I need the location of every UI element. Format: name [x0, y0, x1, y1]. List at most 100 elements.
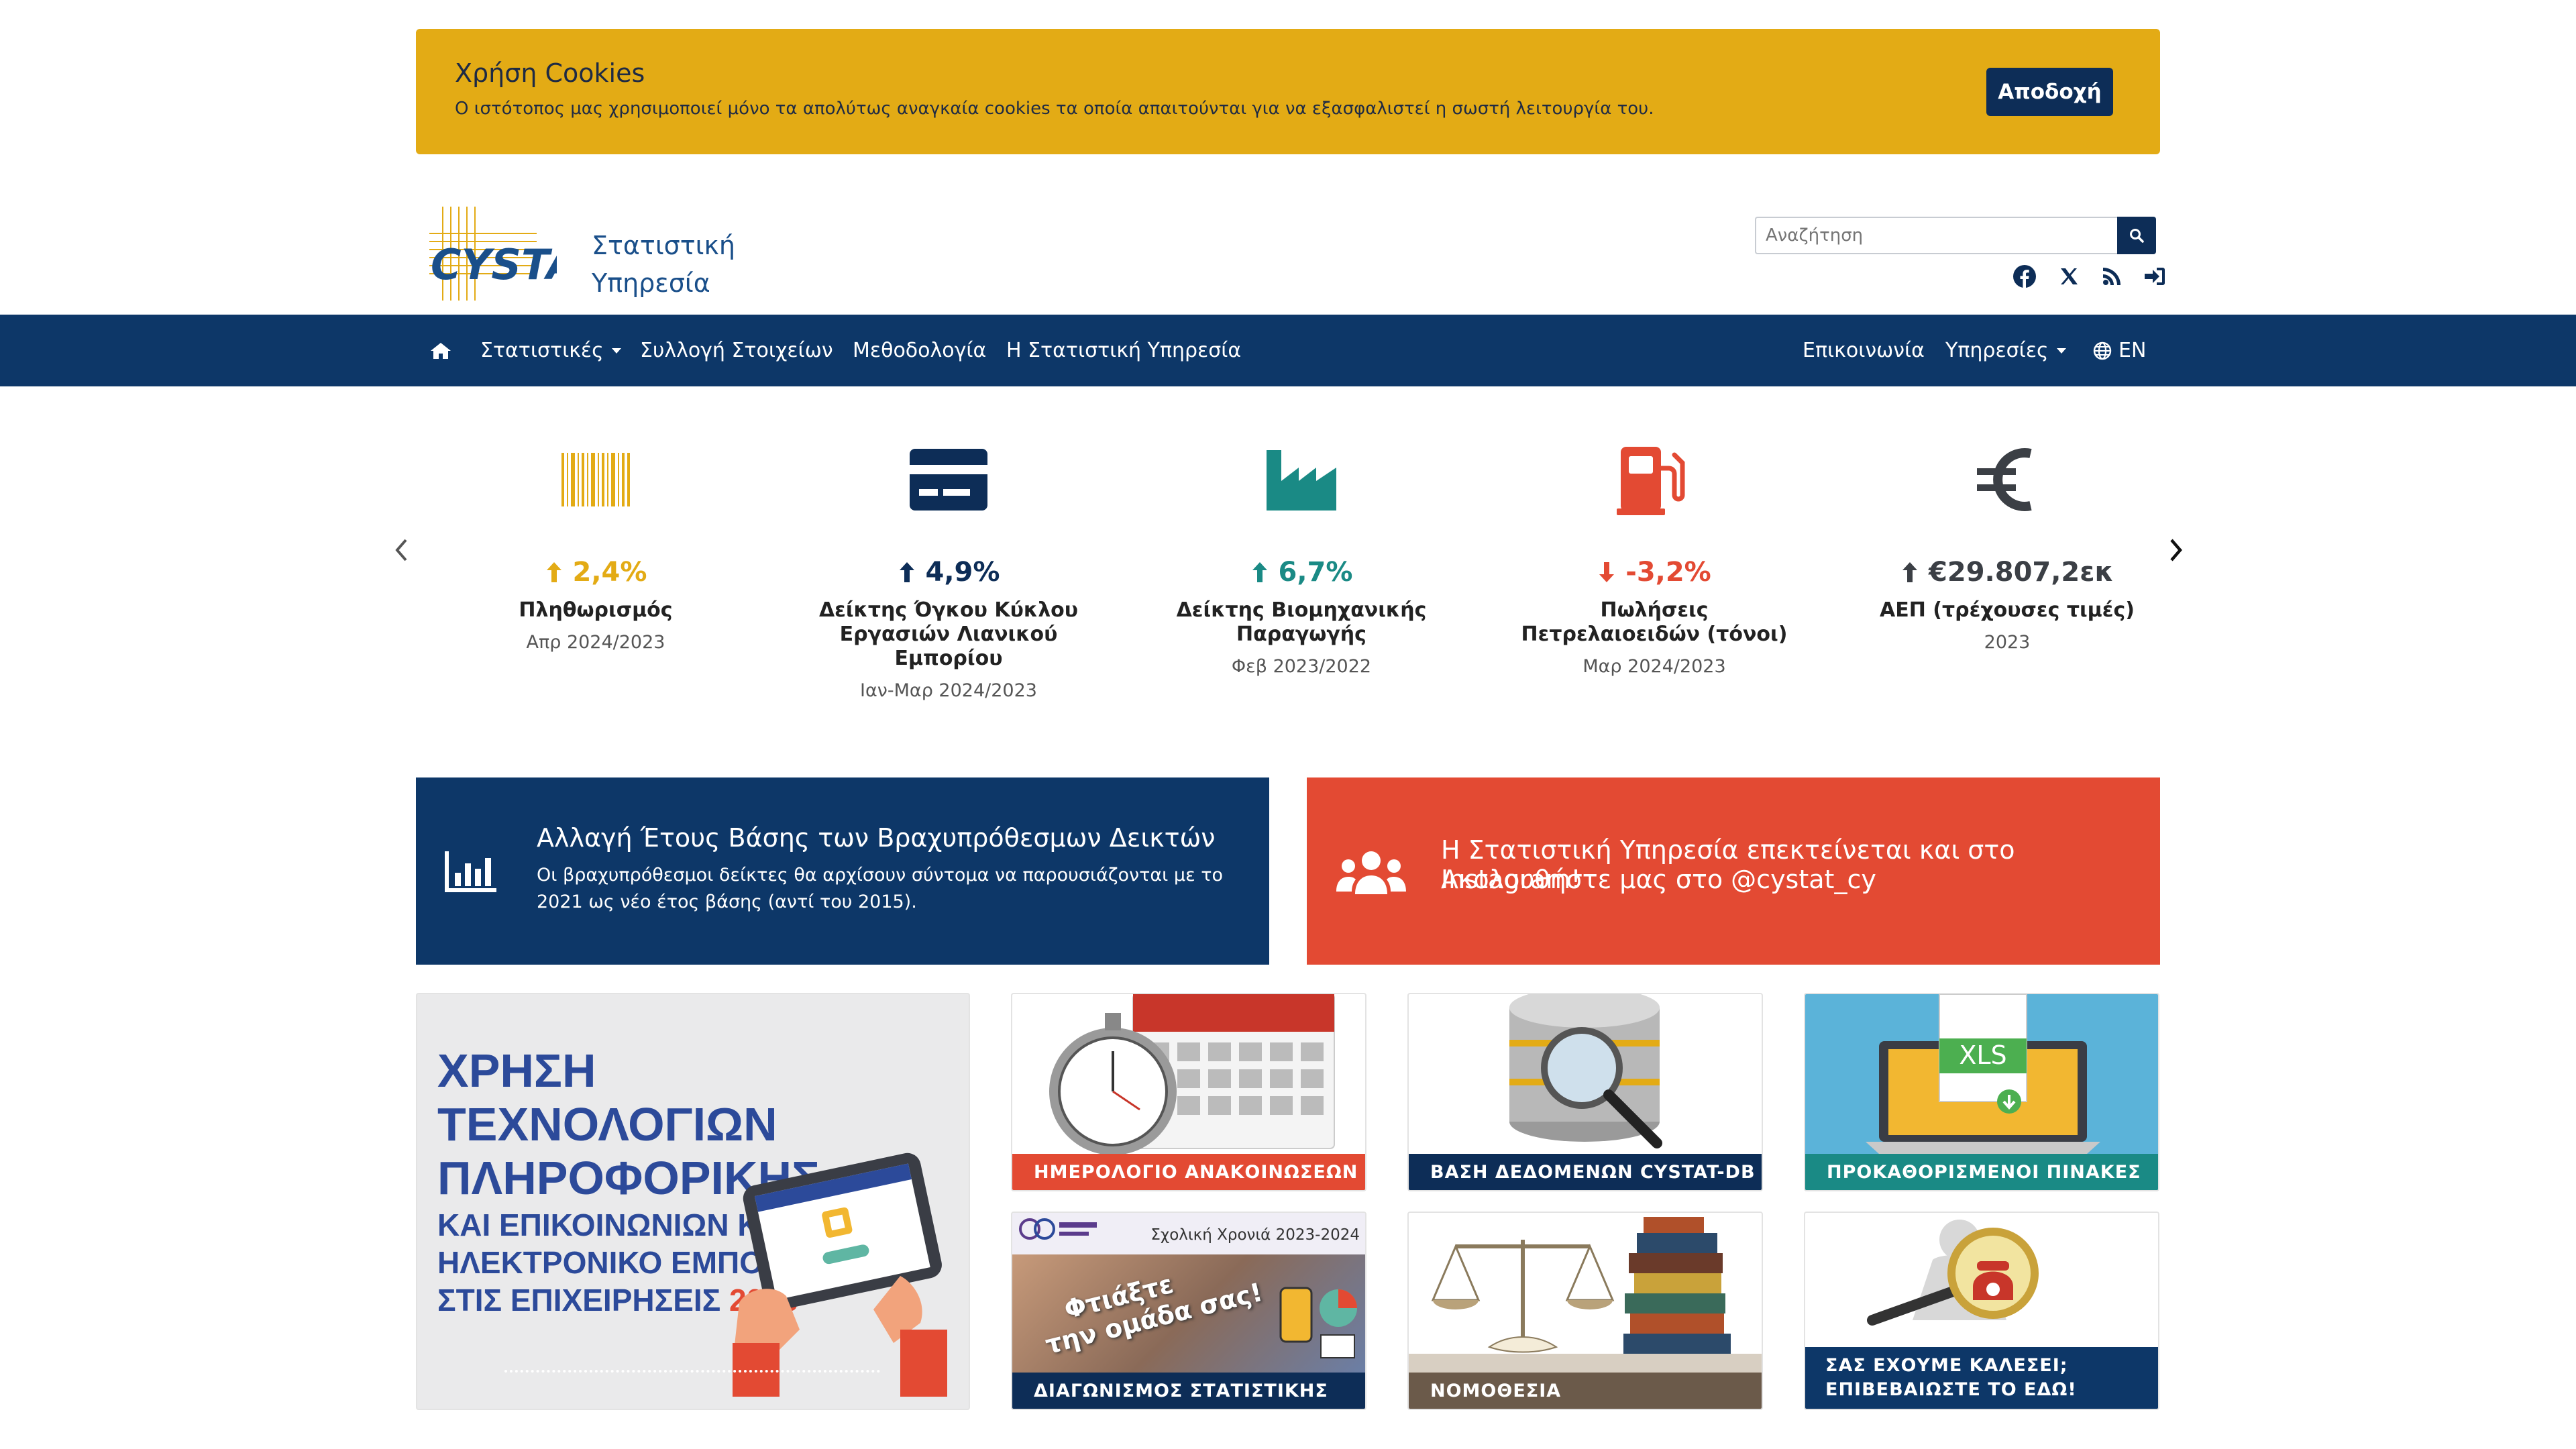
indicator-period: Φεβ 2023/2022	[1231, 656, 1372, 677]
bar-chart-icon	[445, 851, 496, 892]
home-icon[interactable]	[429, 315, 452, 386]
indicator-period: Ιαν-Μαρ 2024/2023	[860, 680, 1037, 701]
gas-pump-icon	[1493, 429, 1815, 530]
nav-methodology[interactable]: Μεθοδολογία	[853, 315, 986, 386]
competition-image: Φτιάξτε την ομάδα σας!	[1012, 1254, 1365, 1375]
competition-slogan: Φτιάξτε την ομάδα σας!	[1042, 1269, 1266, 1360]
phone-chart-icon	[1279, 1287, 1357, 1358]
tile-predefined-tables[interactable]: XLS ΠΡΟΚΑΘΟΡΙΣΜΕΝΟΙ ΠΙΝΑΚΕΣ	[1804, 993, 2159, 1191]
euro-icon	[1846, 429, 2168, 530]
tile-caption: ΝΟΜΟΘΕΣΙΑ	[1409, 1373, 1762, 1409]
indicator-label: Πληθωρισμός	[519, 598, 673, 622]
arrow-down-icon	[1599, 562, 1615, 582]
indicator-industrial-production[interactable]: 6,7% Δείκτης Βιομηχανικής Παραγωγής Φεβ …	[1140, 429, 1462, 677]
arrow-up-icon	[899, 562, 914, 582]
promo-text: Οι βραχυπρόθεσμοι δείκτες θα αρχίσουν σύ…	[537, 865, 1224, 912]
cookie-banner: Χρήση Cookies Ο ιστότοπος μας χρησιμοποι…	[416, 29, 2160, 154]
chevron-down-icon	[2056, 347, 2066, 354]
login-icon[interactable]	[2141, 263, 2168, 290]
indicator-value: 4,9%	[788, 557, 1110, 588]
indicator-inflation[interactable]: 2,4% Πληθωρισμός Απρ 2024/2023	[435, 429, 757, 653]
site-header: CYSTAT Στατιστική Υπηρεσία	[416, 195, 2165, 315]
tile-caption: ΒΑΣΗ ΔΕΔΟΜΕΝΩΝ CYSTAT-DB	[1409, 1154, 1762, 1190]
indicator-label: ΑΕΠ (τρέχουσες τιμές)	[1880, 598, 2135, 622]
x-twitter-icon[interactable]	[2055, 263, 2082, 290]
tile-statistics-competition[interactable]: Σχολική Χρονιά 2023-2024 Φτιάξτε την ομά…	[1011, 1212, 1366, 1410]
arrow-up-icon	[1902, 562, 1918, 582]
arrow-up-icon	[1252, 562, 1267, 582]
indicators-carousel: 2,4% Πληθωρισμός Απρ 2024/2023 4,9% Δείκ…	[395, 429, 2182, 724]
main-navbar: Στατιστικές Συλλογή Στοιχείων Μεθοδολογί…	[0, 315, 2576, 386]
tile-caption: ΣΑΣ ΕΧΟΥΜΕ ΚΑΛΕΣΕΙ; ΕΠΙΒΕΒΑΙΩΣΤΕ ΤΟ ΕΔΩ!	[1805, 1347, 2158, 1409]
nav-language-en[interactable]: EN	[2093, 315, 2146, 386]
nav-services-label: Υπηρεσίες	[1945, 339, 2049, 362]
barcode-icon	[435, 429, 757, 530]
competition-school-year: Σχολική Χρονιά 2023-2024	[1150, 1226, 1360, 1244]
tile-caption: ΗΜΕΡΟΛΟΓΙΟ ΑΝΑΚΟΙΝΩΣΕΩΝ	[1012, 1154, 1365, 1190]
indicator-value: 2,4%	[435, 557, 757, 588]
nav-data-collection-label: Συλλογή Στοιχείων	[640, 339, 833, 362]
divider	[504, 1370, 880, 1373]
competition-logo-icon	[1019, 1218, 1097, 1240]
promo-line2: Ακολουθήστε μας στο @cystat_cy	[1441, 865, 1876, 894]
promo-base-year-change[interactable]: Αλλαγή Έτους Βάσης των Βραχυπρόθεσμων Δε…	[416, 777, 1269, 965]
tile-release-calendar[interactable]: ΗΜΕΡΟΛΟΓΙΟ ΑΝΑΚΟΙΝΩΣΕΩΝ	[1011, 993, 1366, 1191]
database-magnifier-icon	[1509, 994, 1662, 1148]
tile-caption: ΔΙΑΓΩΝΙΣΜΟΣ ΣΤΑΤΙΣΤΙΚΗΣ	[1012, 1373, 1365, 1409]
search-icon	[2130, 229, 2144, 243]
competition-header: Σχολική Χρονιά 2023-2024	[1012, 1213, 1365, 1254]
cystat-logo[interactable]: CYSTAT	[416, 200, 606, 307]
nav-statistical-service[interactable]: Η Στατιστική Υπηρεσία	[1006, 315, 1241, 386]
indicator-value: 6,7%	[1140, 557, 1462, 588]
nav-methodology-label: Μεθοδολογία	[853, 339, 987, 362]
tile-legislation[interactable]: ΝΟΜΟΘΕΣΙΑ	[1407, 1212, 1763, 1410]
indicator-gdp[interactable]: €29.807,2εκ ΑΕΠ (τρέχουσες τιμές) 2023	[1846, 429, 2168, 653]
indicator-period: Μαρ 2024/2023	[1582, 656, 1726, 677]
indicator-label: Δείκτης Βιομηχανικής Παραγωγής	[1176, 598, 1427, 646]
rss-icon[interactable]	[2098, 263, 2125, 290]
carousel-prev-arrow-icon[interactable]	[388, 530, 415, 570]
globe-icon	[2093, 341, 2112, 360]
credit-card-icon	[788, 429, 1110, 530]
search-input[interactable]	[1755, 217, 2117, 254]
arrow-up-icon	[546, 562, 561, 582]
promo-instagram[interactable]: Η Στατιστική Υπηρεσία επεκτείνεται και σ…	[1307, 777, 2160, 965]
site-title-line2: Υπηρεσία	[592, 268, 710, 298]
tile-caption: ΠΡΟΚΑΘΟΡΙΣΜΕΝΟΙ ΠΙΝΑΚΕΣ	[1805, 1154, 2158, 1190]
site-title[interactable]: Στατιστική Υπηρεσία	[592, 227, 735, 302]
nav-contact-label: Επικοινωνία	[1803, 339, 1925, 362]
indicator-label: Πωλήσεις Πετρελαιοειδών (τόνοι)	[1521, 598, 1788, 646]
indicator-label: Δείκτης Όγκου Κύκλου Εργασιών Λιανικού Ε…	[818, 598, 1079, 670]
feature-ict-survey[interactable]: ΧΡΗΣΗ ΤΕΧΝΟΛΟΓΙΩΝ ΠΛΗΡΟΦΟΡΙΚΗΣ ΚΑΙ ΕΠΙΚΟ…	[416, 993, 970, 1410]
tile-cystat-db[interactable]: ΒΑΣΗ ΔΕΔΟΜΕΝΩΝ CYSTAT-DB	[1407, 993, 1763, 1191]
indicator-petroleum-sales[interactable]: -3,2% Πωλήσεις Πετρελαιοειδών (τόνοι) Μα…	[1493, 429, 1815, 677]
magnifier-phone-icon	[1867, 1220, 2039, 1326]
svg-text:CYSTAT: CYSTAT	[431, 240, 557, 289]
search-button[interactable]	[2117, 217, 2156, 254]
nav-statistics-label: Στατιστικές	[480, 339, 604, 362]
nav-statistics[interactable]: Στατιστικές	[480, 315, 621, 386]
cookie-accept-button[interactable]: Αποδοχή	[1986, 68, 2113, 116]
indicator-retail-trade[interactable]: 4,9% Δείκτης Όγκου Κύκλου Εργασιών Λιανι…	[788, 429, 1110, 701]
calendar-stopwatch-icon	[1049, 994, 1335, 1155]
facebook-icon[interactable]	[2011, 263, 2038, 290]
nav-data-collection[interactable]: Συλλογή Στοιχείων	[640, 315, 833, 386]
nav-language-label: EN	[2118, 339, 2147, 362]
indicator-value: €29.807,2εκ	[1846, 557, 2168, 588]
indicator-period: 2023	[1984, 632, 2031, 653]
scales-books-icon	[1409, 1217, 1762, 1375]
site-title-line1: Στατιστική	[592, 231, 735, 260]
nav-statistical-service-label: Η Στατιστική Υπηρεσία	[1006, 339, 1242, 362]
tablet-illustration-icon	[733, 1152, 947, 1397]
tile-call-verification[interactable]: ΣΑΣ ΕΧΟΥΜΕ ΚΑΛΕΣΕΙ; ΕΠΙΒΕΒΑΙΩΣΤΕ ΤΟ ΕΔΩ!	[1804, 1212, 2159, 1410]
svg-text:XLS: XLS	[1959, 1040, 2006, 1070]
nav-contact[interactable]: Επικοινωνία	[1803, 315, 1925, 386]
chevron-down-icon	[611, 347, 621, 354]
cookie-text: Ο ιστότοπος μας χρησιμοποιεί μόνο τα απο…	[455, 99, 1654, 119]
cookie-title: Χρήση Cookies	[455, 58, 645, 88]
xls-laptop-icon: XLS	[1866, 994, 2100, 1154]
users-icon	[1336, 851, 1406, 894]
indicator-value: -3,2%	[1493, 557, 1815, 588]
nav-services[interactable]: Υπηρεσίες	[1945, 315, 2066, 386]
promo-title: Αλλαγή Έτους Βάσης των Βραχυπρόθεσμων Δε…	[537, 823, 1216, 853]
